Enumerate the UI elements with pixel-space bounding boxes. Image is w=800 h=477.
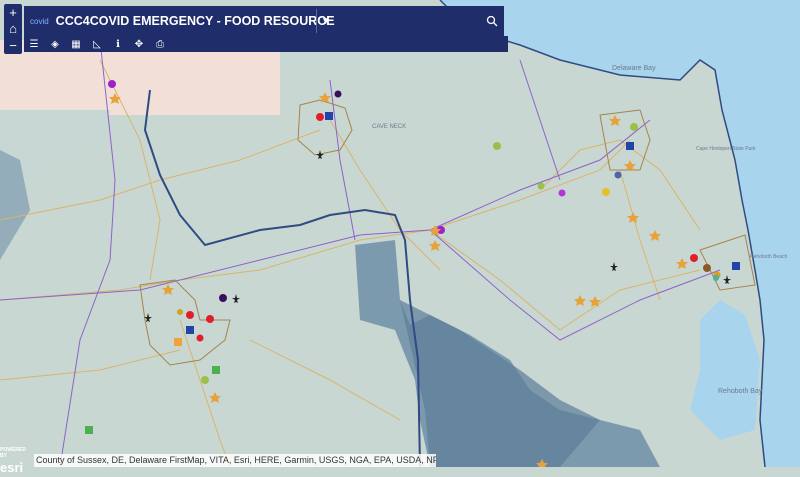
marker-blue-box [626, 142, 634, 150]
marker-green-box [85, 426, 93, 434]
marker-green [630, 123, 638, 131]
chevron-down-icon[interactable]: ▼ [315, 9, 335, 33]
app-header: covid CCC4COVID EMERGENCY - FOOD RESOURC… [24, 6, 504, 36]
search-container [335, 9, 479, 33]
list-icon[interactable]: ☰ [28, 38, 40, 50]
layers-icon[interactable]: ◈ [49, 38, 61, 50]
label-cave-neck: CAVE NECK [372, 124, 406, 130]
marker-blue-box [325, 112, 333, 120]
search-input[interactable] [335, 9, 479, 33]
label-cape-henlopen: Cape Henlopen State Park [696, 146, 756, 152]
measure-icon[interactable]: ◺ [91, 38, 103, 50]
toolbar: ☰ ◈ ▦ ◺ ℹ ✥ ⎙ [24, 36, 508, 52]
marker-green-box [212, 366, 220, 374]
map-view[interactable]: Delaware Bay Rehoboth Bay Cape Henlopen … [0, 0, 800, 467]
attribution-text[interactable]: County of Sussex, DE, Delaware FirstMap,… [34, 454, 436, 467]
marker-red [196, 334, 204, 342]
marker-orange [177, 309, 183, 315]
marker-red [690, 254, 698, 262]
marker-yellow [602, 188, 610, 196]
marker-green [537, 182, 545, 190]
marker-red [186, 311, 194, 319]
zoom-out-button[interactable]: − [4, 38, 22, 53]
marker-green [201, 376, 209, 384]
marker-blue [614, 171, 622, 179]
print-icon[interactable]: ⎙ [154, 38, 166, 50]
marker-red [316, 113, 324, 121]
zoom-in-button[interactable]: + [4, 5, 22, 20]
info-icon[interactable]: ℹ [112, 38, 124, 50]
marker-green [493, 142, 501, 150]
app-title: CCC4COVID EMERGENCY - FOOD RESOURCES [55, 14, 343, 28]
marker-dark-purple [219, 294, 227, 302]
marker-blue-box [186, 326, 194, 334]
home-button[interactable]: ⌂ [4, 21, 22, 36]
esri-logo: POWERED BY esri [0, 447, 26, 475]
zoom-controls: + ⌂ − [4, 4, 22, 54]
marker-orange-box [174, 338, 182, 346]
search-button[interactable] [479, 9, 504, 33]
locate-icon[interactable]: ✥ [133, 38, 145, 50]
marker-blue-box [732, 262, 740, 270]
marker-dark-purple [334, 90, 342, 98]
basemap-gallery-icon[interactable]: ▦ [70, 38, 82, 50]
marker-purple [108, 80, 116, 88]
search-icon [486, 15, 497, 27]
app-logo: covid [30, 16, 49, 26]
marker-brown [703, 264, 711, 272]
label-rehoboth-bay: Rehoboth Bay [718, 388, 763, 395]
marker-teal [713, 275, 719, 281]
marker-red [206, 315, 214, 323]
label-delaware-bay: Delaware Bay [612, 65, 656, 72]
marker-purple [558, 189, 566, 197]
label-rehoboth-beach: Rehoboth Beach [750, 254, 787, 260]
